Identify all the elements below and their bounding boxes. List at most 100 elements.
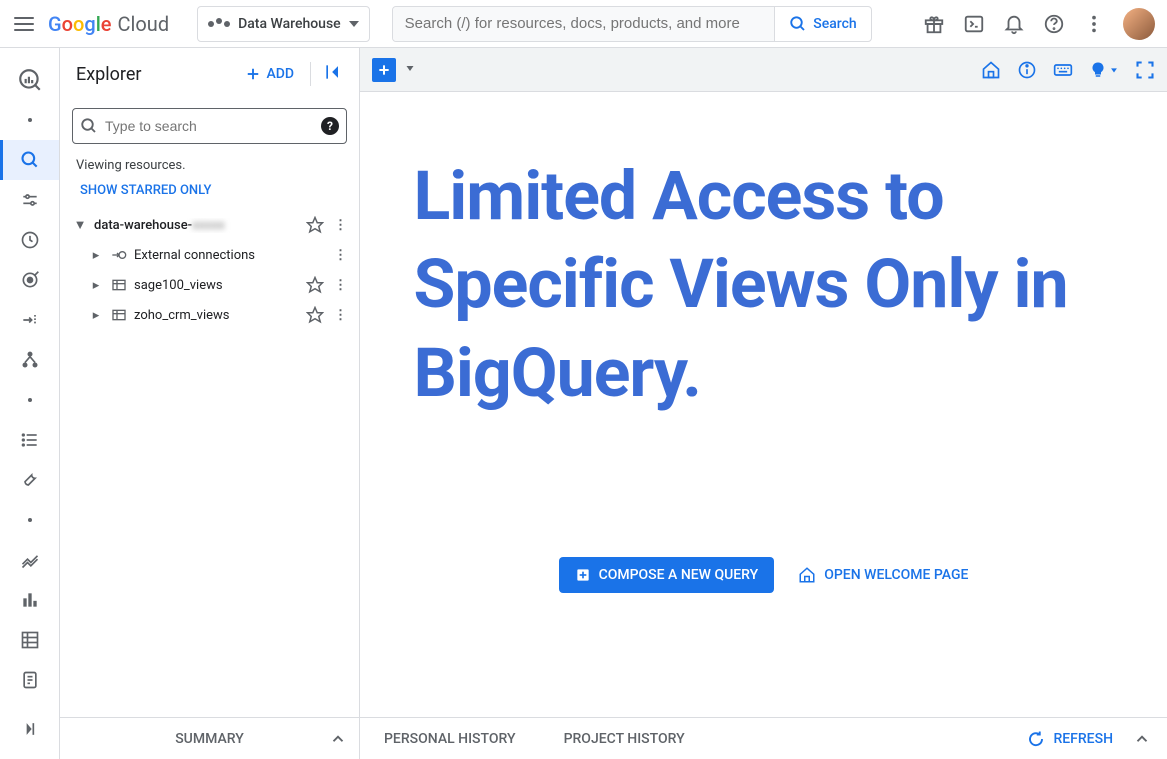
toolbar-right [981,60,1155,80]
left-nav-rail [0,48,60,759]
compose-query-button[interactable]: COMPOSE A NEW QUERY [559,557,775,593]
google-cloud-logo[interactable]: Google Cloud [48,12,169,36]
cloud-label: Cloud [118,12,170,36]
rail-search[interactable] [0,140,59,180]
project-label: data-warehouse-xxxxx [94,218,300,233]
tree-item-sage100[interactable]: ▸ sage100_views ⋮ [68,270,351,300]
keyboard-icon[interactable] [1053,60,1073,80]
expand-arrow-icon[interactable]: ▸ [88,278,104,293]
explorer-title: Explorer [76,64,236,85]
collapse-arrow-icon[interactable]: ▼ [72,217,88,233]
more-icon[interactable]: ⋮ [330,308,351,323]
global-search: Search [392,6,872,42]
tab-project-history[interactable]: PROJECT HISTORY [540,718,709,759]
more-vert-icon[interactable] [1083,13,1105,35]
explorer-bottom-tab: SUMMARY [60,717,359,759]
content-body: Limited Access to Specific Views Only in… [360,92,1167,717]
gift-icon[interactable] [923,13,945,35]
rail-clock[interactable] [0,220,59,260]
tree-item-external[interactable]: ▸ External connections ⋮ [68,240,351,270]
avatar[interactable] [1123,8,1155,40]
tab-summary[interactable]: SUMMARY [60,718,359,759]
rail-analytics[interactable] [0,540,59,580]
add-button[interactable]: ADD [244,65,294,83]
expand-arrow-icon[interactable]: ▸ [88,248,104,263]
more-icon[interactable]: ⋮ [330,248,351,263]
tree-item-label: zoho_crm_views [134,308,300,323]
dataset-icon [110,277,128,293]
dataset-icon [110,307,128,323]
rail-target[interactable] [0,260,59,300]
top-bar: Google Cloud Data Warehouse Search [0,0,1167,48]
open-welcome-button[interactable]: OPEN WELCOME PAGE [798,566,968,584]
plus-icon [376,62,392,78]
rail-dot-3[interactable] [0,500,59,540]
chevron-up-icon [1133,730,1151,748]
rail-expand-icon[interactable] [0,709,59,749]
content-area: Limited Access to Specific Views Only in… [360,48,1167,759]
rail-sliders[interactable] [0,180,59,220]
project-name: Data Warehouse [238,16,341,32]
dropdown-arrow-icon [349,21,359,27]
tab-dropdown[interactable] [404,62,416,78]
search-input[interactable] [393,7,775,41]
star-icon[interactable] [306,306,324,324]
more-icon[interactable]: ⋮ [330,278,351,293]
rail-dot-1[interactable] [0,100,59,140]
chevron-up-icon [329,730,347,748]
tree-item-label: External connections [134,248,324,263]
explorer-panel: Explorer ADD ? Viewing resources. SHOW S… [60,48,360,759]
welcome-label: OPEN WELCOME PAGE [824,567,968,583]
rail-tree[interactable] [0,340,59,380]
topbar-actions [923,8,1155,40]
lightbulb-icon[interactable] [1089,60,1119,80]
rail-grid[interactable] [0,620,59,660]
add-label: ADD [266,66,294,82]
rail-transfer[interactable] [0,300,59,340]
action-row: COMPOSE A NEW QUERY OPEN WELCOME PAGE [559,557,969,593]
search-icon [80,117,98,135]
rail-doc[interactable] [0,660,59,700]
plus-icon [244,65,262,83]
tab-personal-label: PERSONAL HISTORY [384,731,516,747]
search-icon [789,15,807,33]
tree-item-zoho[interactable]: ▸ zoho_crm_views ⋮ [68,300,351,330]
history-tabs: PERSONAL HISTORY PROJECT HISTORY REFRESH [360,717,1167,759]
tab-personal-history[interactable]: PERSONAL HISTORY [360,718,540,759]
terminal-icon[interactable] [963,13,985,35]
rail-list[interactable] [0,420,59,460]
bell-icon[interactable] [1003,13,1025,35]
menu-icon[interactable] [12,12,36,36]
dropdown-arrow-icon [404,62,416,74]
collapse-panel-button[interactable] [310,62,343,86]
refresh-button[interactable]: REFRESH [1027,730,1167,748]
explorer-header: Explorer ADD [60,48,359,100]
search-help-icon[interactable]: ? [321,117,339,135]
show-starred-link[interactable]: SHOW STARRED ONLY [60,179,359,210]
resource-tree: ▼ data-warehouse-xxxxx ⋮ ▸ External conn… [60,210,359,330]
more-icon[interactable]: ⋮ [330,218,351,233]
compose-label: COMPOSE A NEW QUERY [599,567,759,583]
rail-dot-2[interactable] [0,380,59,420]
rail-bigquery-logo[interactable] [0,60,59,100]
tab-project-label: PROJECT HISTORY [564,731,685,747]
star-icon[interactable] [306,216,324,234]
rail-bars[interactable] [0,580,59,620]
search-button[interactable]: Search [774,7,870,41]
star-icon[interactable] [306,276,324,294]
home-icon[interactable] [981,60,1001,80]
info-icon[interactable] [1017,60,1037,80]
rail-wrench[interactable] [0,460,59,500]
expand-arrow-icon[interactable]: ▸ [88,308,104,323]
project-picker[interactable]: Data Warehouse [197,6,370,42]
home-icon [798,566,816,584]
fullscreen-icon[interactable] [1135,60,1155,80]
explorer-search: ? [72,108,347,144]
explorer-search-input[interactable] [72,108,347,144]
headline-text: Limited Access to Specific Views Only in… [414,152,1114,417]
tree-project[interactable]: ▼ data-warehouse-xxxxx ⋮ [68,210,351,240]
help-icon[interactable] [1043,13,1065,35]
search-button-label: Search [813,16,856,32]
new-tab-button[interactable] [372,58,396,82]
tree-item-label: sage100_views [134,278,300,293]
